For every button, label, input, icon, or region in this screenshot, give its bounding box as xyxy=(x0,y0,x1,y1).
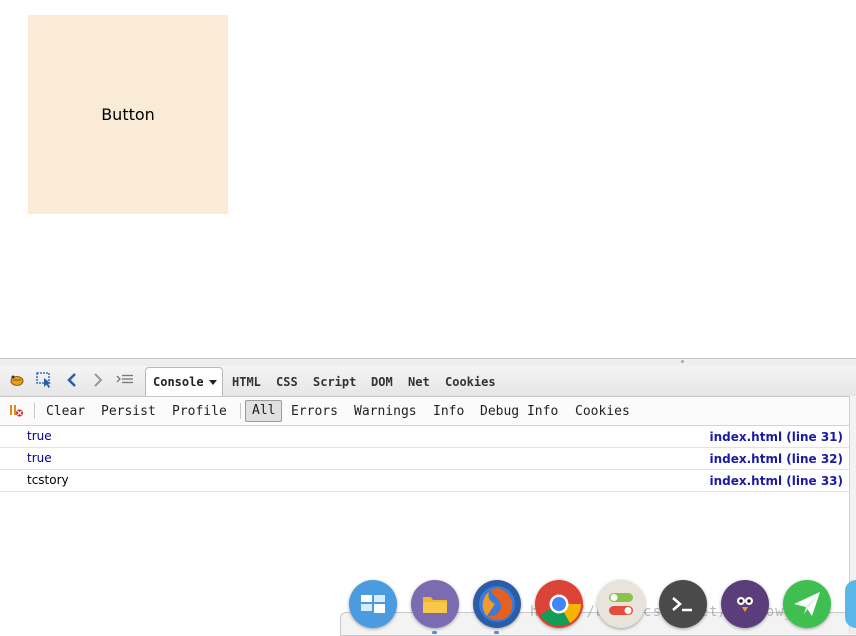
firebug-bug-icon[interactable] xyxy=(8,372,26,388)
filter-warnings-button[interactable]: Warnings xyxy=(354,404,417,419)
terminal-icon[interactable] xyxy=(659,580,707,628)
log-row: true index.html (line 31) xyxy=(0,426,856,448)
filter-info-button[interactable]: Info xyxy=(433,404,464,419)
tab-script[interactable]: Script xyxy=(313,375,356,389)
log-source-link[interactable]: index.html (line 33) xyxy=(709,474,843,488)
filter-cookies-button[interactable]: Cookies xyxy=(575,404,630,419)
firebug-tabbar: Console HTML CSS Script DOM Net Cookies xyxy=(0,366,856,397)
tab-html[interactable]: HTML xyxy=(232,375,261,389)
filter-debug-info-button[interactable]: Debug Info xyxy=(480,404,558,419)
forward-arrow-icon[interactable] xyxy=(89,372,107,388)
clear-button[interactable]: Clear xyxy=(46,404,85,419)
splitter-grip[interactable] xyxy=(681,360,684,363)
chevron-down-icon[interactable] xyxy=(208,379,217,385)
panel-splitter[interactable] xyxy=(0,358,856,366)
console-options-icon[interactable] xyxy=(8,403,26,419)
log-source-link[interactable]: index.html (line 31) xyxy=(709,430,843,444)
log-message: true xyxy=(27,429,52,443)
log-message: true xyxy=(27,451,52,465)
filter-all-button[interactable]: All xyxy=(245,400,283,422)
tab-net[interactable]: Net xyxy=(408,375,430,389)
multitasking-view-icon[interactable] xyxy=(349,580,397,628)
log-row: true index.html (line 32) xyxy=(0,448,856,470)
back-arrow-icon[interactable] xyxy=(63,372,81,388)
log-row: tcstory index.html (line 33) xyxy=(0,470,856,492)
log-source-link[interactable]: index.html (line 32) xyxy=(709,452,843,466)
tab-css[interactable]: CSS xyxy=(276,375,298,389)
command-editor-icon[interactable] xyxy=(116,372,134,388)
partial-app-icon[interactable] xyxy=(845,580,856,628)
bird-app-icon[interactable] xyxy=(721,580,769,628)
filter-errors-button[interactable]: Errors xyxy=(291,404,338,419)
console-log: true index.html (line 31) true index.htm… xyxy=(0,426,856,492)
inspect-element-icon[interactable] xyxy=(36,372,54,388)
firefox-icon[interactable] xyxy=(473,580,521,628)
profile-button[interactable]: Profile xyxy=(172,404,227,419)
log-message: tcstory xyxy=(27,473,69,487)
settings-toggle-icon[interactable] xyxy=(597,580,645,628)
page-button-label: Button xyxy=(101,105,155,124)
toolbar-separator xyxy=(34,403,35,419)
file-manager-icon[interactable] xyxy=(411,580,459,628)
console-toolbar: Clear Persist Profile All Errors Warning… xyxy=(0,397,856,426)
send-app-icon[interactable] xyxy=(783,580,831,628)
tab-console[interactable]: Console xyxy=(145,367,223,396)
tab-console-label: Console xyxy=(153,375,204,389)
toolbar-separator xyxy=(240,403,241,419)
persist-button[interactable]: Persist xyxy=(101,404,156,419)
page-button[interactable]: Button xyxy=(28,15,228,214)
tab-cookies[interactable]: Cookies xyxy=(445,375,496,389)
chrome-icon[interactable] xyxy=(535,580,583,628)
tab-dom[interactable]: DOM xyxy=(371,375,393,389)
